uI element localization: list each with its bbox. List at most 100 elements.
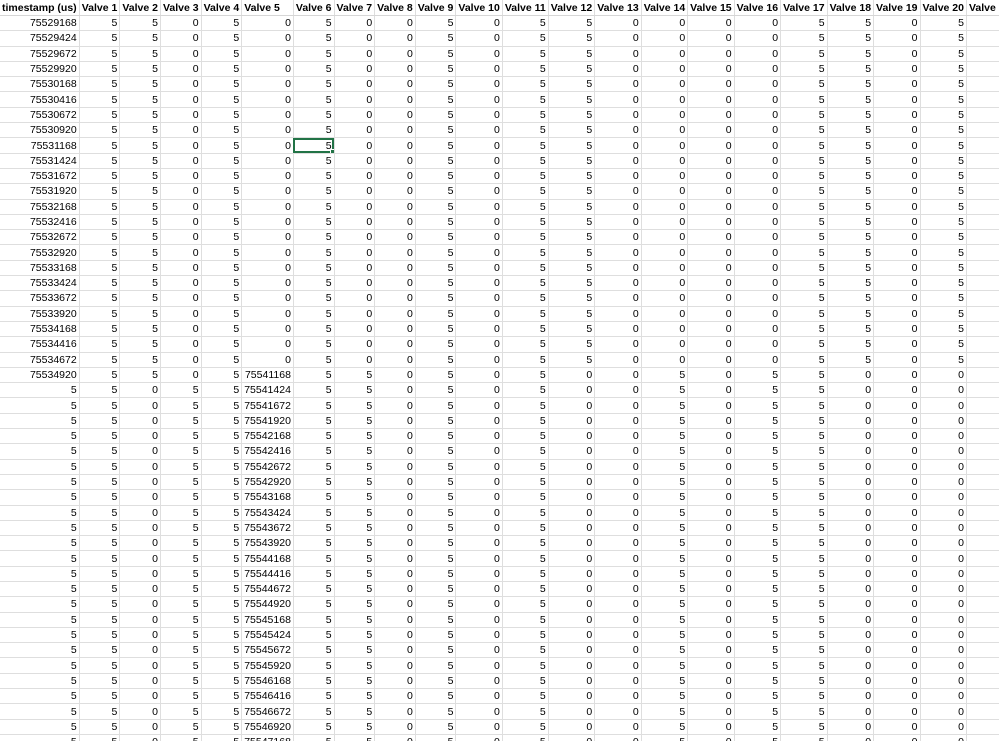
cell[interactable]: 75541672: [241, 397, 294, 414]
cell[interactable]: 5: [415, 214, 457, 231]
cell[interactable]: 0: [873, 520, 921, 537]
cell[interactable]: 0: [455, 673, 503, 690]
column-header[interactable]: Valve 19: [873, 0, 921, 16]
cell[interactable]: 5: [160, 474, 202, 491]
cell[interactable]: 5: [780, 612, 828, 628]
cell[interactable]: 75542416: [241, 443, 294, 460]
cell[interactable]: 5: [293, 397, 335, 414]
cell[interactable]: 0: [873, 443, 921, 460]
cell[interactable]: 5: [415, 627, 457, 644]
cell[interactable]: 5: [334, 459, 376, 475]
cell[interactable]: 5: [119, 229, 161, 246]
cell[interactable]: 5: [415, 122, 457, 139]
cell[interactable]: 5: [415, 168, 457, 185]
cell[interactable]: 0: [873, 688, 921, 705]
cell[interactable]: 0: [827, 612, 875, 628]
cell[interactable]: 0: [687, 489, 735, 506]
cell[interactable]: 0: [687, 321, 735, 338]
cell[interactable]: 0: [374, 199, 416, 215]
cell[interactable]: 0: [734, 91, 782, 108]
cell[interactable]: 0: [687, 443, 735, 460]
cell[interactable]: 0: [873, 336, 921, 353]
cell[interactable]: 5: [502, 153, 549, 169]
cell[interactable]: 5: [502, 352, 549, 368]
cell[interactable]: 5: [734, 688, 782, 705]
cell[interactable]: 0: [119, 596, 161, 613]
column-header[interactable]: Valve 18: [827, 0, 875, 16]
cell[interactable]: 5: [79, 91, 121, 108]
cell[interactable]: 5: [79, 703, 121, 720]
cell[interactable]: 0: [594, 91, 642, 108]
cell[interactable]: 5: [502, 428, 549, 445]
cell[interactable]: 5: [827, 30, 875, 47]
cell[interactable]: 5: [201, 244, 243, 261]
cell[interactable]: 0: [734, 199, 782, 215]
cell[interactable]: 0: [873, 397, 921, 414]
cell[interactable]: 5: [79, 290, 121, 307]
cell[interactable]: 5: [827, 275, 875, 292]
cell[interactable]: 5: [334, 596, 376, 613]
cell[interactable]: 5: [734, 535, 782, 552]
cell[interactable]: 5: [415, 397, 457, 414]
cell[interactable]: 0: [734, 306, 782, 322]
cell[interactable]: 5: [201, 627, 243, 644]
cell[interactable]: 5: [119, 183, 161, 200]
cell[interactable]: 5: [293, 183, 335, 200]
cell[interactable]: 0: [966, 581, 999, 598]
cell[interactable]: 0: [594, 489, 642, 506]
cell[interactable]: 0: [734, 183, 782, 200]
cell[interactable]: 5: [780, 703, 828, 720]
cell[interactable]: 5: [79, 627, 121, 644]
cell[interactable]: 5: [734, 367, 782, 384]
cell[interactable]: 5: [415, 550, 457, 567]
cell[interactable]: 0: [548, 673, 596, 690]
cell[interactable]: 0: [687, 627, 735, 644]
cell[interactable]: 5: [966, 306, 999, 322]
cell[interactable]: 5: [548, 290, 596, 307]
cell[interactable]: 5: [502, 627, 549, 644]
cell[interactable]: 5: [641, 505, 689, 521]
cell[interactable]: 0: [374, 275, 416, 292]
cell[interactable]: 5: [160, 596, 202, 613]
cell[interactable]: 0: [374, 489, 416, 506]
cell[interactable]: 5: [502, 596, 549, 613]
cell[interactable]: 5: [827, 306, 875, 322]
cell[interactable]: 5: [920, 76, 967, 93]
cell[interactable]: 5: [160, 627, 202, 644]
cell[interactable]: 0: [160, 61, 202, 78]
cell[interactable]: 5: [79, 596, 121, 613]
cell[interactable]: 5: [119, 199, 161, 215]
cell[interactable]: 0: [873, 107, 921, 124]
cell[interactable]: 5: [160, 535, 202, 552]
cell[interactable]: 0: [734, 214, 782, 231]
cell[interactable]: 0: [241, 183, 294, 200]
cell[interactable]: 5: [502, 397, 549, 414]
cell[interactable]: 0: [734, 260, 782, 277]
cell[interactable]: 5: [201, 734, 243, 741]
cell[interactable]: 5: [780, 244, 828, 261]
cell[interactable]: 5: [415, 306, 457, 322]
cell[interactable]: 0: [827, 535, 875, 552]
cell[interactable]: 0: [920, 505, 967, 521]
cell[interactable]: 5: [201, 459, 243, 475]
cell[interactable]: 0: [548, 642, 596, 659]
cell[interactable]: 0: [687, 505, 735, 521]
cell[interactable]: 0: [119, 535, 161, 552]
cell[interactable]: 0: [548, 443, 596, 460]
cell[interactable]: 5: [966, 168, 999, 185]
cell[interactable]: 0: [687, 535, 735, 552]
cell[interactable]: 5: [160, 581, 202, 598]
cell[interactable]: 5: [293, 76, 335, 93]
cell[interactable]: 5: [966, 244, 999, 261]
cell[interactable]: 5: [415, 505, 457, 521]
cell[interactable]: 5: [827, 107, 875, 124]
cell[interactable]: 5: [201, 168, 243, 185]
cell[interactable]: 5: [502, 214, 549, 231]
timestamp-cell[interactable]: 75532920: [0, 244, 80, 261]
column-header[interactable]: Valve 6: [293, 0, 335, 16]
cell[interactable]: 0: [873, 642, 921, 659]
cell[interactable]: 0: [734, 30, 782, 47]
cell[interactable]: 0: [966, 566, 999, 582]
timestamp-cell[interactable]: 75534416: [0, 336, 80, 353]
cell[interactable]: 0: [966, 642, 999, 659]
